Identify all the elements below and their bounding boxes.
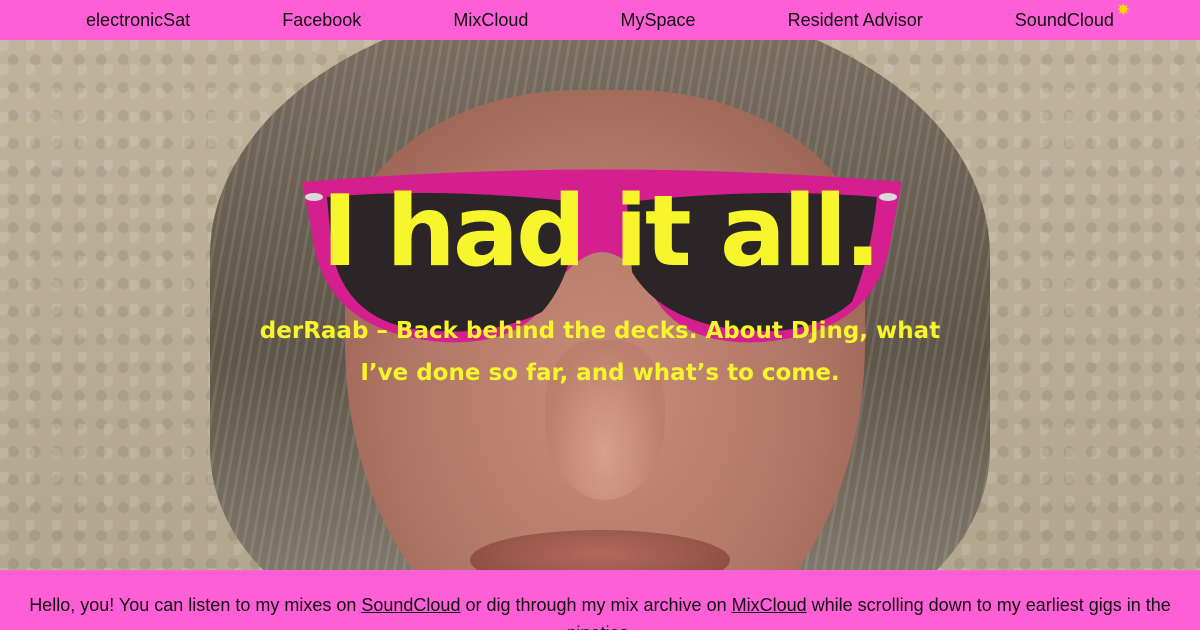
nav-link-mixcloud[interactable]: MixCloud (453, 10, 528, 31)
sparkle-icon: ✸ (1116, 1, 1130, 19)
nav-link-myspace[interactable]: MySpace (620, 10, 695, 31)
intro-bar: Hello, you! You can listen to my mixes o… (0, 570, 1200, 630)
hero-headline: I had it all. (321, 175, 882, 289)
hero-image: I had it all. derRaab – Back behind the … (0, 40, 1200, 570)
nav-item-soundcloud: SoundCloud ✸ (1015, 2, 1130, 31)
nav-link-facebook[interactable]: Facebook (282, 10, 361, 31)
hero-subline: derRaab – Back behind the decks. About D… (259, 318, 941, 386)
nav-link-soundcloud[interactable]: SoundCloud (1015, 10, 1114, 30)
intro-link-mixcloud[interactable]: MixCloud (732, 595, 807, 615)
intro-link-soundcloud[interactable]: SoundCloud (361, 595, 460, 615)
intro-text-1: Hello, you! You can listen to my mixes o… (29, 595, 362, 615)
nav-link-resident-advisor[interactable]: Resident Advisor (788, 10, 923, 31)
intro-text-2: or dig through my mix archive on (460, 595, 732, 615)
nav-link-electronicsat[interactable]: electronicSat (86, 10, 190, 31)
top-nav: electronicSat Facebook MixCloud MySpace … (0, 0, 1200, 40)
